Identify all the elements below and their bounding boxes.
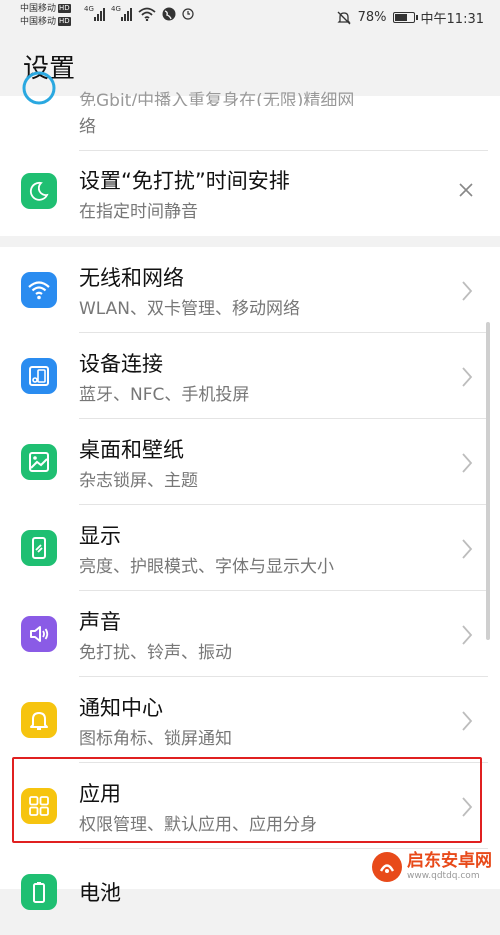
- status-bar: 中国移动 HD 中国移动 HD 4G 4G 78% 中午11:31: [0, 0, 500, 34]
- settings-item-subtitle: 蓝牙、NFC、手机投屏: [79, 385, 250, 405]
- partial-item-subtitle: 免Gbit/中播入重复身在(无限)精细网: [79, 91, 355, 106]
- highlight-box: [12, 757, 482, 843]
- carrier-2-label: 中国移动: [20, 17, 57, 27]
- settings-item-subtitle: 免打扰、铃声、振动: [79, 643, 232, 663]
- settings-item-wireless[interactable]: 无线和网络 WLAN、双卡管理、移动网络: [0, 247, 500, 333]
- settings-item-title: 显示: [79, 524, 121, 548]
- settings-item-subtitle: WLAN、双卡管理、移动网络: [79, 299, 301, 319]
- battery-percent: 78%: [357, 10, 387, 25]
- battery-status-icon: [392, 12, 418, 23]
- carrier-info: 中国移动 HD 中国移动 HD: [20, 3, 71, 29]
- scrollbar[interactable]: [486, 322, 490, 640]
- picture-icon: [21, 444, 57, 480]
- partial-icon: [21, 70, 57, 106]
- watermark-url: www.qdtdq.com: [407, 871, 480, 881]
- signal-indicators: 4G 4G: [84, 5, 194, 21]
- status-right: 78% 中午11:31: [336, 8, 484, 27]
- settings-item-title: 电池: [79, 881, 121, 905]
- settings-item-display[interactable]: 显示亮度、护眼模式、字体与显示大小: [0, 505, 500, 591]
- wifi-status-icon: [138, 7, 156, 21]
- settings-item-wallpaper[interactable]: 桌面和壁纸杂志锁屏、主题: [0, 419, 500, 505]
- settings-item-title: 通知中心: [79, 696, 163, 720]
- chevron-right-icon: [460, 452, 474, 474]
- chevron-right-icon: [460, 366, 474, 388]
- hd-badge: HD: [58, 17, 71, 26]
- partial-list-item[interactable]: 免Gbit/中播入重复身在(无限)精细网 络: [0, 71, 500, 150]
- settings-item-title: 声音: [79, 610, 121, 634]
- settings-item-title: 桌面和壁纸: [79, 438, 184, 462]
- suggestion-card: 免Gbit/中播入重复身在(无限)精细网 络 设置“免打扰”时间安排 在指定时间…: [0, 71, 500, 236]
- settings-item-devices[interactable]: 设备连接蓝牙、NFC、手机投屏: [0, 333, 500, 419]
- partial-item-subtitle-line2: 络: [79, 117, 96, 137]
- network-type-label: 4G: [84, 5, 94, 13]
- chevron-right-icon: [460, 624, 474, 646]
- display-icon: [21, 530, 57, 566]
- carrier-1-label: 中国移动: [20, 4, 57, 14]
- settings-item-subtitle: 亮度、护眼模式、字体与显示大小: [79, 557, 334, 577]
- signal-icon: 4G: [111, 5, 132, 21]
- dnd-suggestion-subtitle: 在指定时间静音: [79, 202, 198, 222]
- watermark: 启东安卓网 www.qdtdq.com: [372, 852, 492, 882]
- dnd-suggestion-title: 设置“免打扰”时间安排: [79, 169, 290, 193]
- speaker-icon: [21, 616, 57, 652]
- mute-bell-icon: [337, 11, 351, 24]
- network-type-label: 4G: [111, 5, 121, 13]
- settings-item-title: 设备连接: [79, 352, 163, 376]
- moon-icon: [21, 173, 57, 209]
- bell-icon: [21, 702, 57, 738]
- globe-icon: [162, 7, 176, 21]
- signal-icon: 4G: [84, 5, 105, 21]
- close-icon[interactable]: [458, 182, 474, 198]
- battery-icon: [21, 874, 57, 910]
- settings-item-subtitle: 图标角标、锁屏通知: [79, 729, 232, 749]
- chevron-right-icon: [460, 710, 474, 732]
- settings-item-title: 无线和网络: [79, 266, 184, 290]
- clock-time: 中午11:31: [420, 12, 484, 27]
- watermark-logo: [372, 852, 402, 882]
- chevron-right-icon: [460, 538, 474, 560]
- settings-item-sound[interactable]: 声音免打扰、铃声、振动: [0, 591, 500, 677]
- wifi-icon: [21, 272, 57, 308]
- hd-badge: HD: [58, 4, 71, 13]
- dnd-schedule-suggestion[interactable]: 设置“免打扰”时间安排 在指定时间静音: [0, 151, 500, 236]
- settings-item-notifications[interactable]: 通知中心图标角标、锁屏通知: [0, 677, 500, 763]
- watermark-name: 启东安卓网: [407, 851, 492, 871]
- clock-alert-icon: [182, 8, 194, 20]
- device-connection-icon: [21, 358, 57, 394]
- chevron-right-icon: [460, 280, 474, 302]
- settings-item-subtitle: 杂志锁屏、主题: [79, 471, 198, 491]
